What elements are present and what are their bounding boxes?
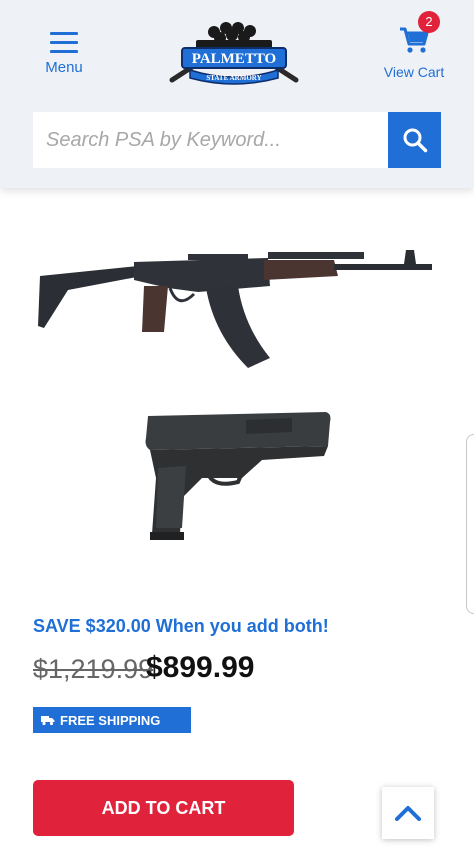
view-cart-label: View Cart xyxy=(383,64,445,80)
scroll-to-top-button[interactable] xyxy=(382,787,434,839)
search-button[interactable] xyxy=(388,112,441,168)
search-input[interactable] xyxy=(33,112,388,168)
palmetto-logo[interactable]: PALMETTO STATE ARMORY xyxy=(166,18,302,88)
sale-price: $899.99 xyxy=(146,651,255,684)
search-icon xyxy=(403,128,427,153)
site-header: Menu PALMETTO STATE ARMORY 2 View Cart xyxy=(0,0,474,188)
logo-name: PALMETTO xyxy=(192,51,276,67)
bundle-save-text: SAVE $320.00 When you add both! xyxy=(33,616,329,636)
scroll-edge-tab[interactable] xyxy=(466,434,474,614)
menu-label: Menu xyxy=(45,59,83,76)
bundle-product-images xyxy=(0,190,474,590)
view-cart-button[interactable]: 2 View Cart xyxy=(380,11,448,80)
original-price: $1,219.99 xyxy=(33,654,154,684)
add-to-cart-button[interactable]: ADD TO CART xyxy=(33,780,294,836)
hamburger-icon xyxy=(50,32,78,53)
logo-sub: STATE ARMORY xyxy=(206,74,261,82)
pistol-image[interactable] xyxy=(142,408,332,548)
search-bar xyxy=(33,112,441,168)
menu-button[interactable]: Menu xyxy=(38,26,90,76)
free-shipping-label: FREE SHIPPING xyxy=(60,712,161,728)
free-shipping-badge: FREE SHIPPING xyxy=(33,707,191,733)
chevron-up-icon xyxy=(395,806,421,821)
truck-icon xyxy=(41,715,55,725)
cart-count-badge: 2 xyxy=(418,11,440,33)
rifle-image[interactable] xyxy=(38,246,434,378)
